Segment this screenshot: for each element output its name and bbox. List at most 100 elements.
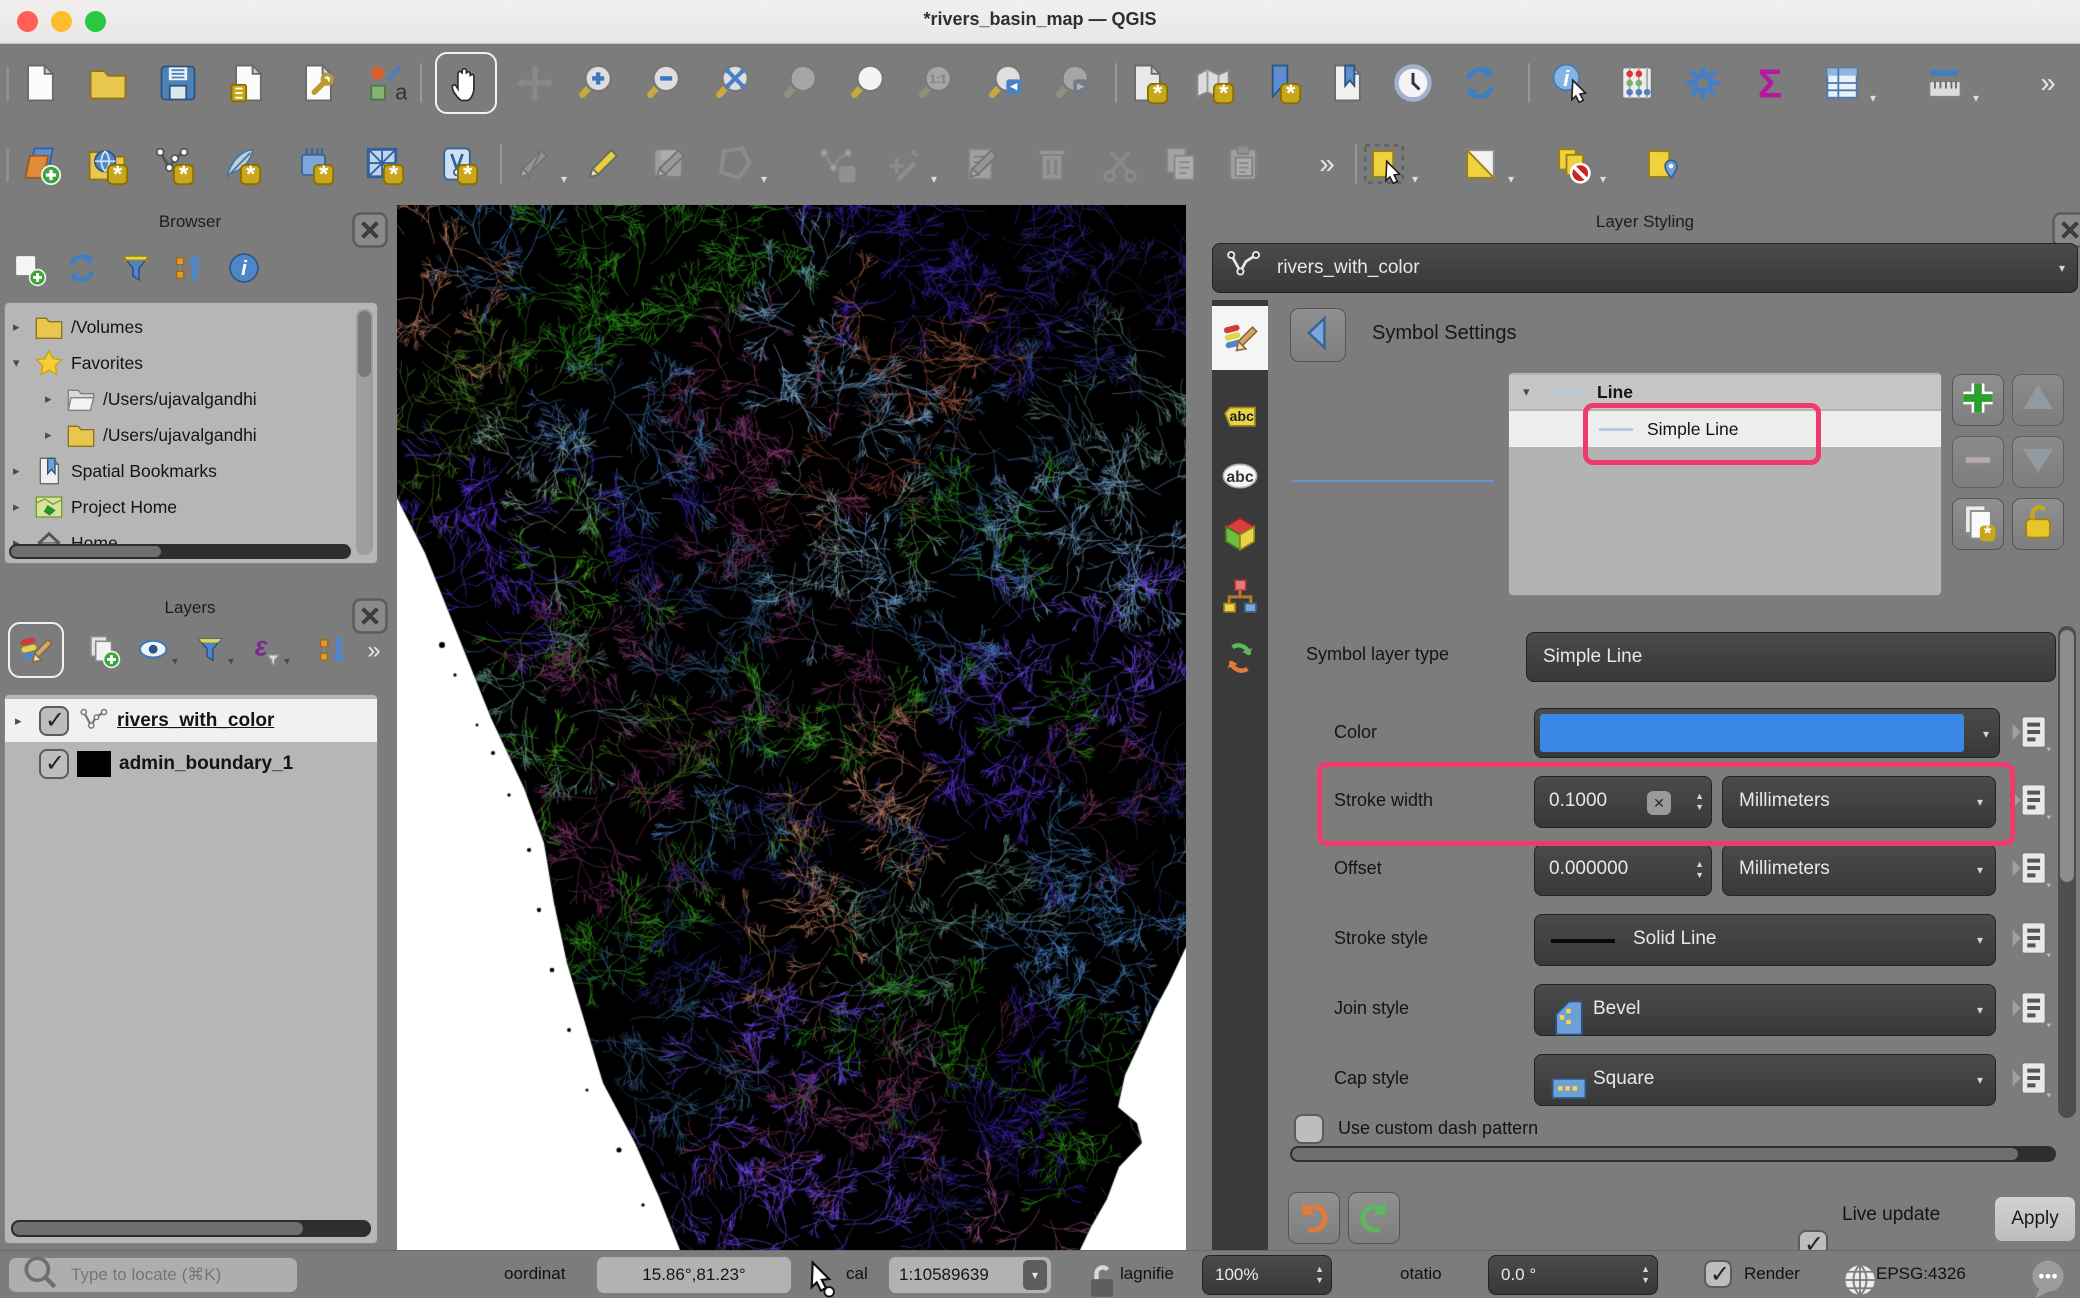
save-layer-edits-button[interactable] [647, 141, 693, 187]
color-data-defined-override-button[interactable] [2008, 710, 2052, 759]
modify-attributes-button[interactable] [880, 141, 926, 187]
lock-scale-icon[interactable] [1080, 1259, 1124, 1298]
add-vector-layer-button[interactable]: * [84, 141, 130, 187]
tab-masks[interactable]: abc [1212, 452, 1268, 500]
data-source-manager-button[interactable] [17, 141, 63, 187]
select-by-location-button[interactable] [1637, 141, 1683, 187]
zoom-full-tool[interactable] [714, 60, 760, 106]
stroke-width-data-defined-override-button[interactable] [2008, 778, 2052, 827]
vertex-tool-button[interactable] [814, 141, 860, 187]
toolbar-overflow-button[interactable]: » [2025, 60, 2071, 106]
tab-3d-view[interactable] [1212, 510, 1268, 558]
expander-icon[interactable]: ▸ [45, 427, 63, 443]
open-attribute-table-button[interactable] [1819, 60, 1865, 106]
select-features-by-value-tool[interactable] [1457, 141, 1503, 187]
add-polygon-feature-button[interactable] [710, 141, 756, 187]
browser-item-spatial-bookmarks[interactable]: ▸Spatial Bookmarks [5, 453, 377, 489]
delete-selected-button[interactable] [1029, 141, 1075, 187]
collapse-all-button[interactable] [168, 246, 212, 290]
expander-icon[interactable]: ▸ [13, 319, 31, 335]
browser-item-favorites[interactable]: ▾Favorites [5, 345, 377, 381]
stroke-style-dropdown[interactable]: Solid Line ▾ [1534, 914, 1996, 966]
zoom-last-tool[interactable] [987, 60, 1033, 106]
stroke-width-unit-dropdown[interactable]: Millimeters ▾ [1722, 776, 1996, 828]
chevron-down-icon[interactable]: ▾ [1600, 172, 1606, 186]
show-layout-manager-button[interactable] [295, 60, 341, 106]
cap-style-data-defined-override-button[interactable] [2008, 1056, 2052, 1105]
pan-to-selection-tool[interactable] [512, 60, 558, 106]
expander-icon[interactable]: ▸ [15, 713, 33, 729]
new-geopackage-layer-button[interactable]: * [217, 141, 263, 187]
identify-features-tool[interactable]: i [1547, 60, 1593, 106]
browser-horizontal-scrollbar[interactable] [9, 544, 351, 559]
color-picker-button[interactable]: ▾ [1534, 708, 2000, 758]
crs-value[interactable]: EPSG:4326 [1876, 1264, 1966, 1284]
new-mesh-layer-button[interactable]: * [360, 141, 406, 187]
cut-features-button[interactable] [1098, 141, 1144, 187]
move-symbol-layer-down-button[interactable] [2012, 436, 2064, 488]
chevron-down-icon[interactable]: ▾ [228, 654, 234, 668]
symbol-redo-button[interactable] [1348, 1192, 1400, 1244]
pan-map-tool[interactable] [443, 60, 489, 106]
browser-item--users-ujavalgandhi[interactable]: ▸/Users/ujavalgandhi [5, 381, 377, 417]
chevron-down-icon[interactable]: ▾ [931, 172, 937, 186]
messages-icon[interactable] [2026, 1257, 2070, 1298]
add-group-button[interactable] [80, 628, 124, 672]
deselect-features-button[interactable] [1549, 141, 1595, 187]
symbol-back-button[interactable] [1290, 308, 1346, 362]
render-checkbox[interactable] [1704, 1260, 1732, 1288]
new-project-button[interactable] [17, 60, 63, 106]
browser-close-icon[interactable] [348, 208, 374, 234]
stroke-width-spinbox[interactable]: 0.1000 ✕ ▲▼ [1534, 776, 1712, 828]
run-feature-action-button[interactable] [1614, 60, 1660, 106]
add-symbol-layer-button[interactable] [1952, 374, 2004, 426]
manage-map-themes-button[interactable] [132, 628, 176, 672]
expander-icon[interactable]: ▸ [13, 499, 31, 515]
lock-symbol-layer-button[interactable] [2012, 498, 2064, 550]
remove-symbol-layer-button[interactable] [1952, 436, 2004, 488]
browser-vertical-scrollbar[interactable] [356, 309, 373, 555]
chevron-down-icon[interactable]: ▾ [561, 172, 567, 186]
expander-icon[interactable]: ▸ [13, 463, 31, 479]
map-canvas[interactable] [397, 205, 1186, 1250]
toggle-editing-button[interactable] [580, 141, 626, 187]
coordinate-input[interactable]: 15.86°,81.23° [596, 1256, 792, 1294]
apply-button[interactable]: Apply [1994, 1196, 2076, 1242]
layer-item-admin_boundary_1[interactable]: admin_boundary_1 [5, 742, 377, 785]
pointer-tracking-icon[interactable] [798, 1257, 842, 1298]
zoom-native-tool[interactable]: 1:1 [917, 60, 963, 106]
spinner-arrows[interactable]: ▲▼ [1695, 845, 1704, 895]
browser-item--volumes[interactable]: ▸/Volumes [5, 309, 377, 345]
new-print-layout-button[interactable] [225, 60, 271, 106]
search-input[interactable] [69, 1264, 297, 1286]
copy-features-button[interactable] [1158, 141, 1204, 187]
clear-value-icon[interactable]: ✕ [1647, 791, 1671, 815]
new-shapefile-layer-button[interactable]: * [150, 141, 196, 187]
symbol-tree-item-line[interactable]: ▾ Line [1509, 375, 1941, 409]
browser-item--users-ujavalgandhi[interactable]: ▸/Users/ujavalgandhi [5, 417, 377, 453]
zoom-to-selection-tool[interactable] [782, 60, 828, 106]
layers-close-icon[interactable] [348, 594, 374, 620]
chevron-down-icon[interactable]: ▾ [761, 172, 767, 186]
expander-icon[interactable]: ▾ [13, 355, 31, 371]
browser-item-project-home[interactable]: ▸Project Home [5, 489, 377, 525]
save-project-button[interactable] [155, 60, 201, 106]
chevron-down-icon[interactable]: ▾ [1412, 172, 1418, 186]
expander-icon[interactable]: ▾ [1523, 384, 1541, 400]
new-spatial-bookmark-button[interactable]: * [1257, 60, 1303, 106]
styling-horizontal-scrollbar[interactable] [1290, 1146, 2056, 1162]
open-layer-styling-panel-button[interactable] [14, 628, 58, 672]
current-edits-button[interactable] [510, 141, 556, 187]
layer-visibility-checkbox[interactable] [39, 706, 69, 736]
paste-features-button[interactable] [1220, 141, 1266, 187]
stroke-style-data-defined-override-button[interactable] [2008, 916, 2052, 965]
add-selected-layers-button[interactable] [6, 246, 50, 290]
expand-collapse-all-button[interactable] [312, 628, 356, 672]
toolbar-handle[interactable] [6, 148, 9, 182]
layer-item-rivers_with_color[interactable]: ▸rivers_with_color [5, 699, 377, 742]
toolbar-overflow-2-button[interactable]: » [1304, 141, 1350, 187]
processing-toolbox-button[interactable] [1680, 60, 1726, 106]
scale-combobox[interactable]: 1:10589639 ▾ [888, 1256, 1052, 1294]
move-symbol-layer-up-button[interactable] [2012, 374, 2064, 426]
spinner-arrows[interactable]: ▲▼ [1641, 1256, 1650, 1294]
